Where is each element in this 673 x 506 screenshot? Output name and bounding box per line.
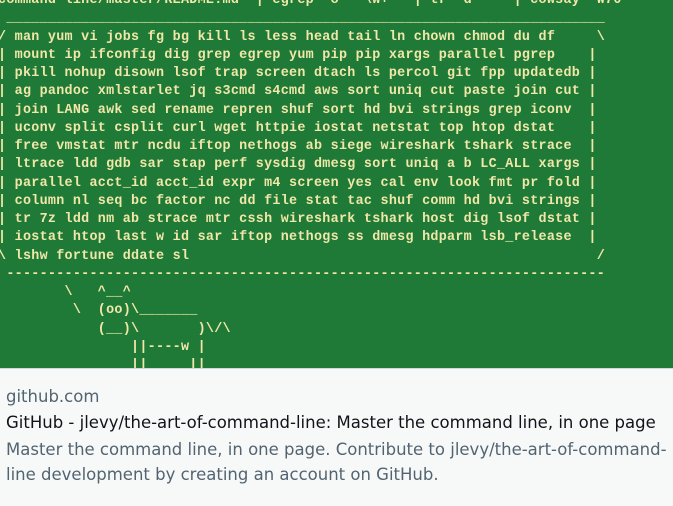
link-description: Master the command line, in one page. Co… [6,440,667,484]
link-domain: github.com [6,387,100,406]
preview-image[interactable]: command-line/master/README.md | egrep -o… [0,0,673,368]
terminal-output-text: command-line/master/README.md | egrep -o… [0,0,622,368]
card-divider [0,368,673,369]
link-title[interactable]: GitHub - jlevy/the-art-of-command-line: … [6,411,670,435]
link-meta[interactable]: github.com GitHub - jlevy/the-art-of-com… [6,385,670,487]
link-preview-card[interactable]: command-line/master/README.md | egrep -o… [0,0,673,506]
